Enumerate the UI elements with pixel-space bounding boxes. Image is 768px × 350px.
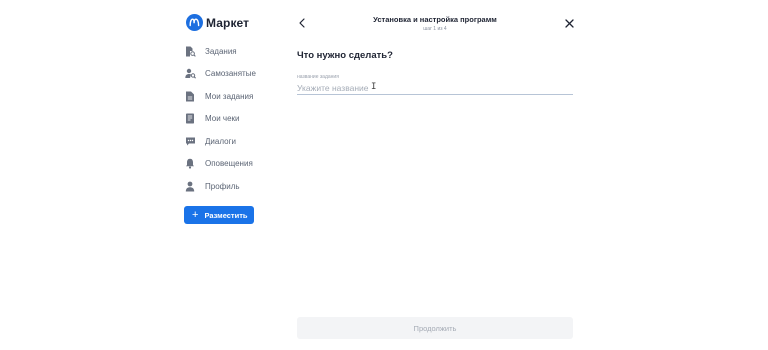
page-title: Установка и настройка программ — [373, 15, 497, 24]
task-name-input[interactable] — [297, 81, 573, 95]
brand-logo[interactable]: Маркет — [186, 14, 249, 31]
tasks-search-icon — [184, 45, 196, 57]
sidebar-item-dialogs[interactable]: Диалоги — [184, 130, 294, 153]
back-button[interactable] — [297, 17, 307, 29]
post-task-button-label: Разместить — [204, 210, 248, 220]
close-button[interactable] — [564, 18, 575, 29]
sidebar-item-label: Мои чеки — [205, 114, 240, 124]
brand-name: Маркет — [206, 15, 250, 30]
sidebar-item-label: Профиль — [205, 181, 240, 191]
text-cursor-icon: I — [371, 82, 377, 92]
form-question: Что нужно сделать? — [297, 50, 393, 61]
chat-icon — [184, 135, 196, 147]
sidebar-item-label: Задания — [205, 46, 237, 56]
post-task-button[interactable]: + Разместить — [184, 206, 254, 224]
continue-button[interactable]: Продолжить — [297, 317, 573, 339]
continue-button-label: Продолжить — [413, 323, 457, 333]
step-indicator: шаг 1 из 4 — [423, 26, 447, 32]
plus-icon: + — [192, 208, 199, 221]
user-icon — [184, 180, 196, 192]
sidebar-item-notifications[interactable]: Оповещения — [184, 153, 294, 176]
person-search-icon — [184, 68, 196, 80]
close-icon — [565, 19, 574, 28]
chevron-left-icon — [299, 18, 305, 28]
receipt-icon — [184, 113, 196, 125]
sidebar-item-tasks[interactable]: Задания — [184, 40, 294, 63]
sidebar-item-label: Оповещения — [205, 159, 253, 169]
task-name-label: название задания — [297, 74, 339, 80]
sidebar-item-my-tasks[interactable]: Мои задания — [184, 85, 294, 108]
sidebar-nav: Задания Самозанятые Мои задания Мои чеки… — [184, 40, 294, 198]
sidebar-item-label: Мои задания — [205, 91, 254, 101]
sidebar-item-label: Диалоги — [205, 136, 236, 146]
sidebar-item-my-receipts[interactable]: Мои чеки — [184, 108, 294, 131]
bell-icon — [184, 158, 196, 170]
logo-icon — [186, 14, 203, 31]
document-icon — [184, 90, 196, 102]
sidebar-item-label: Самозанятые — [205, 69, 256, 79]
sidebar-item-profile[interactable]: Профиль — [184, 175, 294, 198]
sidebar-item-self-employed[interactable]: Самозанятые — [184, 63, 294, 86]
